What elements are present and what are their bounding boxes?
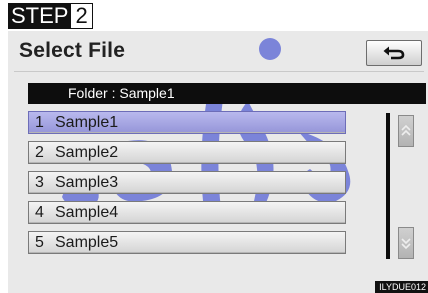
step-number: 2 [70, 3, 93, 29]
step-indicator: STEP 2 [8, 3, 93, 29]
file-list-item[interactable]: 2 Sample2 [28, 141, 346, 164]
file-list-item[interactable]: 3 Sample3 [28, 171, 346, 194]
double-chevron-up-icon [401, 124, 411, 136]
file-name: Sample3 [55, 174, 119, 191]
file-name: Sample5 [55, 234, 119, 251]
file-list-item[interactable]: 1 Sample1 [28, 111, 346, 134]
file-number: 3 [35, 174, 44, 191]
scroll-up-button[interactable] [398, 115, 414, 147]
file-list-item[interactable]: 5 Sample5 [28, 231, 346, 254]
folder-name-bar: Folder : Sample1 [28, 83, 426, 104]
file-name: Sample4 [55, 204, 119, 221]
file-number: 4 [35, 204, 44, 221]
file-list: 1 Sample1 2 Sample2 3 Sample3 4 Sample4 … [28, 111, 346, 261]
file-name: Sample1 [55, 114, 119, 131]
back-button[interactable] [366, 40, 422, 66]
scrollbar-track[interactable] [386, 113, 390, 259]
file-number: 2 [35, 144, 44, 161]
file-name: Sample2 [55, 144, 119, 161]
back-arrow-icon [383, 46, 405, 60]
step-label: STEP [8, 3, 71, 29]
file-list-item[interactable]: 4 Sample4 [28, 201, 346, 224]
select-file-screen: Select File Folder : Sample1 1 Sample1 2… [8, 31, 428, 293]
header-divider [14, 71, 424, 72]
image-code-label: ILYDUE012 [375, 281, 428, 293]
file-number: 5 [35, 234, 44, 251]
file-number: 1 [35, 114, 44, 131]
page-title: Select File [19, 39, 126, 62]
scroll-down-button[interactable] [398, 227, 414, 259]
double-chevron-down-icon [401, 238, 411, 250]
